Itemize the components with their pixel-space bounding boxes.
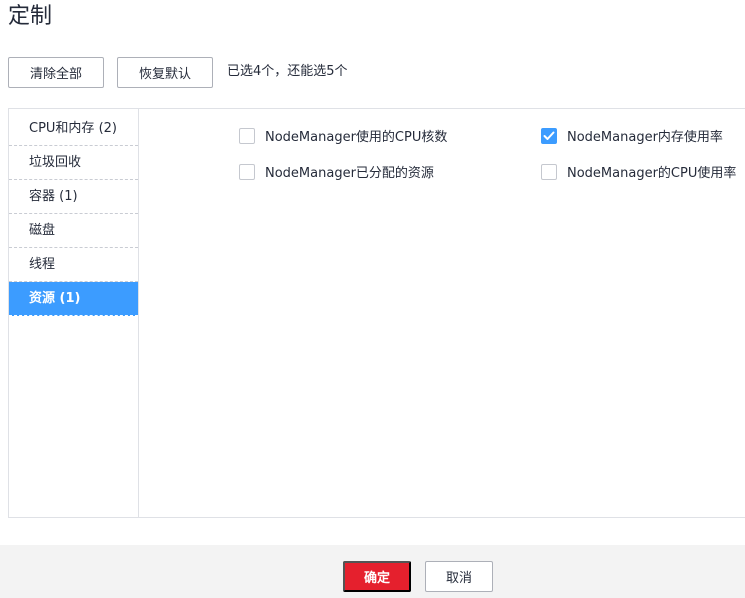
dialog-title: 定制 <box>8 4 53 29</box>
sidebar-item-cpu-memory[interactable]: CPU和内存 (2) <box>9 112 138 146</box>
clear-all-button[interactable]: 清除全部 <box>8 57 104 88</box>
option-label: NodeManager的CPU使用率 <box>567 166 737 181</box>
option-allocated-resources[interactable]: NodeManager已分配的资源 <box>239 162 434 181</box>
selected-count-text: 已选4个，还能选5个 <box>227 64 348 79</box>
option-label: NodeManager使用的CPU核数 <box>265 130 448 145</box>
option-label: NodeManager已分配的资源 <box>265 166 434 181</box>
restore-default-button[interactable]: 恢复默认 <box>117 57 213 88</box>
sidebar-item-container[interactable]: 容器 (1) <box>9 180 138 214</box>
checkbox[interactable] <box>541 163 557 180</box>
confirm-button[interactable]: 确定 <box>343 561 411 592</box>
check-icon <box>543 131 555 140</box>
option-memory-usage[interactable]: NodeManager内存使用率 <box>541 126 723 145</box>
cancel-button[interactable]: 取消 <box>425 561 493 592</box>
option-cpu-usage[interactable]: NodeManager的CPU使用率 <box>541 162 736 181</box>
sidebar-item-resource[interactable]: 资源 (1) <box>9 282 138 316</box>
checkbox[interactable] <box>239 127 255 144</box>
sidebar-item-disk[interactable]: 磁盘 <box>9 214 138 248</box>
checkbox-checked[interactable] <box>541 127 557 144</box>
sidebar-item-gc[interactable]: 垃圾回收 <box>9 146 138 180</box>
metric-panel: CPU和内存 (2) 垃圾回收 容器 (1) 磁盘 线程 资源 (1) Node… <box>8 108 745 518</box>
dialog-footer: 确定 取消 <box>0 545 745 598</box>
option-label: NodeManager内存使用率 <box>567 130 723 145</box>
option-cpu-cores[interactable]: NodeManager使用的CPU核数 <box>239 126 447 145</box>
category-sidebar: CPU和内存 (2) 垃圾回收 容器 (1) 磁盘 线程 资源 (1) <box>9 109 139 517</box>
sidebar-item-thread[interactable]: 线程 <box>9 248 138 282</box>
checkbox[interactable] <box>239 163 255 180</box>
